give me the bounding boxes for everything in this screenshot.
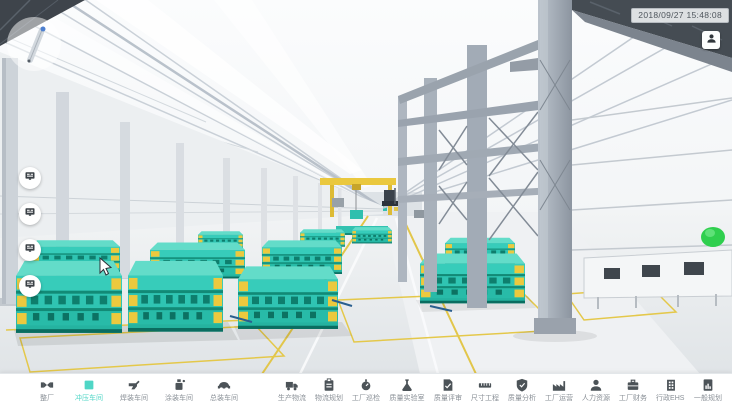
toolbar-item-label: 总装车间 [210,393,238,403]
factory-operations-icon [552,378,566,392]
toolbar-item-quality-analysis[interactable]: 质量分析 [506,378,538,404]
toolbar-item-label: 涂装车间 [165,393,193,403]
toolbar-item-general-planning[interactable]: 一般规划 [692,378,724,404]
dashboard-icon [24,277,36,295]
scene-light-widget [7,17,61,71]
side-button-2[interactable] [19,203,41,225]
toolbar-item-label: 生产物流 [278,393,306,403]
toolbar-item-factory-operations[interactable]: 工厂运营 [543,378,575,404]
dimension-engineering-icon [478,378,492,392]
logistics-planning-icon [322,378,336,392]
3d-scene-viewport[interactable] [0,0,732,374]
datetime-display: 2018/09/27 15:48:08 [631,8,729,23]
toolbar-item-stamping-shop[interactable]: 冲压车间 [73,378,105,404]
toolbar-item-label: 冲压车间 [75,393,103,403]
user-icon [706,31,717,49]
toolbar-item-plant[interactable]: 整厂 [34,378,60,404]
toolbar-item-label: 行政EHS [656,393,685,403]
toolbar-item-welding-shop[interactable]: 焊装车间 [118,378,150,404]
toolbar-item-label: 质量实验室 [390,393,425,403]
dashboard-icon [24,205,36,223]
side-button-4[interactable] [19,275,41,297]
quality-lab-icon [400,378,414,392]
assembly-shop-icon [217,378,231,392]
app-window: 2018/09/27 15:48:08 整厂 冲压车间 焊装车间 涂装车间 总装车间 生… [0,0,732,407]
toolbar-item-label: 尺寸工程 [471,393,499,403]
general-planning-icon [701,378,715,392]
toolbar-item-dimension-engineering[interactable]: 尺寸工程 [469,378,501,404]
dashboard-icon [24,169,36,187]
toolbar-item-quality-lab[interactable]: 质量实验室 [387,378,427,404]
toolbar-item-production-logistics[interactable]: 生产物流 [276,378,308,404]
factory-finance-icon [626,378,640,392]
toolbar-item-ehs[interactable]: 行政EHS [654,378,686,404]
toolbar-item-logistics-planning[interactable]: 物流规划 [313,378,345,404]
plant-icon [40,378,54,392]
toolbar-item-label: 工厂巡检 [352,393,380,403]
stamping-shop-icon [82,378,96,392]
workshop-nav-group: 整厂 冲压车间 焊装车间 涂装车间 总装车间 [0,378,240,404]
welding-shop-icon [127,378,141,392]
status-indicator-green [701,227,725,247]
toolbar-item-factory-finance[interactable]: 工厂财务 [617,378,649,404]
forklift [382,188,398,206]
paint-shop-icon [172,378,186,392]
toolbar-item-assembly-shop[interactable]: 总装车间 [208,378,240,404]
user-button[interactable] [702,31,720,49]
toolbar-item-paint-shop[interactable]: 涂装车间 [163,378,195,404]
quality-review-icon [441,378,455,392]
toolbar-item-quality-review[interactable]: 质量评审 [432,378,464,404]
toolbar-item-hr[interactable]: 人力资源 [580,378,612,404]
toolbar-item-label: 工厂财务 [619,393,647,403]
toolbar-item-label: 焊装车间 [120,393,148,403]
toolbar-item-label: 物流规划 [315,393,343,403]
toolbar-item-factory-inspection[interactable]: 工厂巡检 [350,378,382,404]
3d-scene [0,0,732,374]
production-logistics-icon [285,378,299,392]
toolbar-item-label: 人力资源 [582,393,610,403]
factory-inspection-icon [359,378,373,392]
bottom-toolbar: 整厂 冲压车间 焊装车间 涂装车间 总装车间 生产物流物流规划工厂巡检质量实验室质量评审… [0,373,732,407]
toolbar-item-label: 一般规划 [694,393,722,403]
ehs-icon [664,378,678,392]
toolbar-item-label: 工厂运营 [545,393,573,403]
function-nav-group: 生产物流物流规划工厂巡检质量实验室质量评审尺寸工程质量分析工厂运营人力资源工厂财… [276,378,732,404]
side-button-3[interactable] [19,239,41,261]
toolbar-item-label: 质量评审 [434,393,462,403]
toolbar-item-label: 整厂 [40,393,54,403]
hr-icon [589,378,603,392]
quality-analysis-icon [515,378,529,392]
toolbar-item-label: 质量分析 [508,393,536,403]
dashboard-icon [24,241,36,259]
side-button-1[interactable] [19,167,41,189]
